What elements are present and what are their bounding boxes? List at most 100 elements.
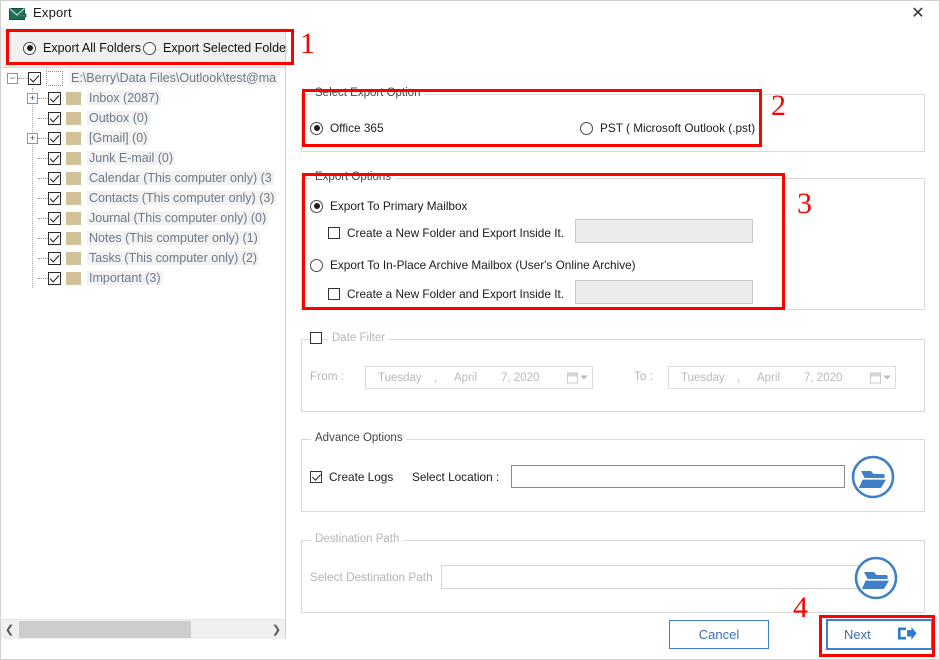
tree-node-journal[interactable]: Journal (This computer only) (0) — [1, 208, 285, 228]
folder-icon — [66, 251, 81, 265]
input-log-location[interactable] — [511, 465, 845, 488]
tree-node-root[interactable]: − E:\Berry\Data Files\Outlook\test@ma — [1, 68, 285, 88]
radio-pst[interactable]: PST ( Microsoft Outlook (.pst) ) — [580, 121, 762, 135]
radio-export-selected-folders[interactable]: Export Selected Folders — [143, 41, 296, 55]
calendar-dropdown-to[interactable] — [870, 372, 891, 383]
tree-label-notes: Notes (This computer only) (1) — [87, 231, 260, 245]
tree-label-junk-email: Junk E-mail (0) — [87, 151, 176, 165]
cancel-button[interactable]: Cancel — [669, 620, 769, 649]
checkbox-date-filter[interactable] — [310, 332, 322, 344]
expand-icon-inbox[interactable]: + — [27, 92, 38, 104]
advance-options-group: Advance Options Create Logs Select Locat… — [301, 432, 925, 512]
to-weekday: Tuesday — [681, 371, 725, 384]
destination-path-group: Destination Path Select Destination Path — [301, 533, 925, 613]
input-destination-path[interactable] — [441, 565, 859, 589]
checkbox-create-folder-primary[interactable]: Create a New Folder and Export Inside It… — [328, 226, 564, 240]
checkbox-important[interactable] — [48, 271, 61, 285]
date-picker-to[interactable]: Tuesday , April 7, 2020 — [668, 366, 896, 389]
calendar-icon — [870, 372, 881, 383]
scroll-right-icon[interactable]: ❯ — [268, 620, 285, 639]
chevron-down-icon — [580, 375, 588, 380]
checkbox-create-folder-archive[interactable]: Create a New Folder and Export Inside It… — [328, 287, 564, 301]
radio-label-primary: Export To Primary Mailbox — [330, 199, 468, 213]
scrollbar-thumb[interactable] — [19, 621, 191, 638]
tree-node-outbox[interactable]: Outbox (0) — [1, 108, 285, 128]
folder-icon — [66, 271, 81, 285]
browse-location-button[interactable] — [850, 454, 896, 500]
checkbox-label-archive-folder: Create a New Folder and Export Inside It… — [347, 287, 565, 301]
tree-node-contacts[interactable]: Contacts (This computer only) (3) — [1, 188, 285, 208]
checkbox-inbox[interactable] — [48, 91, 61, 105]
radio-export-all-folders[interactable]: Export All Folders — [23, 41, 141, 55]
annotation-number-3: 3 — [797, 187, 812, 220]
tree-node-notes[interactable]: Notes (This computer only) (1) — [1, 228, 285, 248]
tree-node-junk-email[interactable]: Junk E-mail (0) — [1, 148, 285, 168]
checkbox-contacts[interactable] — [48, 191, 61, 205]
checkbox-indicator-create-logs — [310, 471, 322, 483]
checkbox-junk-email[interactable] — [48, 151, 61, 165]
cancel-button-label: Cancel — [698, 627, 740, 642]
radio-office-365[interactable]: Office 365 — [310, 121, 384, 135]
to-month: April — [757, 371, 781, 384]
arrow-right-export-icon — [898, 625, 917, 644]
folder-icon — [66, 111, 81, 125]
scroll-left-icon[interactable]: ❮ — [1, 620, 18, 639]
select-destination-label: Select Destination Path — [310, 570, 433, 584]
checkbox-outbox[interactable] — [48, 111, 61, 125]
checkbox-label-create-logs: Create Logs — [329, 470, 394, 484]
radio-label-archive: Export To In-Place Archive Mailbox (User… — [330, 258, 636, 272]
tree-node-important[interactable]: Important (3) — [1, 268, 285, 288]
calendar-dropdown-from[interactable] — [567, 372, 588, 383]
expand-icon-gmail[interactable]: + — [27, 132, 38, 144]
annotation-number-4: 4 — [793, 591, 808, 624]
tree-dotline — [18, 77, 28, 80]
folder-tree[interactable]: − E:\Berry\Data Files\Outlook\test@ma + … — [1, 68, 285, 620]
checkbox-label-primary-folder: Create a New Folder and Export Inside It… — [347, 226, 565, 240]
checkbox-journal[interactable] — [48, 211, 61, 225]
tree-node-calendar[interactable]: Calendar (This computer only) (3 — [1, 168, 285, 188]
folder-panel: Export All Folders Export Selected Folde… — [1, 28, 296, 639]
select-location-label: Select Location : — [412, 470, 500, 484]
checkbox-tasks[interactable] — [48, 251, 61, 265]
radio-indicator-primary — [310, 199, 323, 213]
input-new-folder-archive[interactable] — [575, 280, 753, 304]
input-new-folder-primary[interactable] — [575, 219, 753, 243]
tree-dotline — [38, 237, 48, 240]
checkbox-create-logs[interactable]: Create Logs — [310, 470, 393, 484]
radio-export-archive-mailbox[interactable]: Export To In-Place Archive Mailbox (User… — [310, 258, 636, 272]
folder-open-icon — [851, 455, 895, 499]
from-month: April — [454, 371, 478, 384]
close-icon[interactable]: ✕ — [895, 1, 939, 27]
export-mode-bar: Export All Folders Export Selected Folde… — [1, 28, 296, 68]
to-comma: , — [737, 371, 741, 384]
tree-dotline — [38, 217, 48, 220]
tree-node-inbox[interactable]: + Inbox (2087) — [1, 88, 285, 108]
to-label: To : — [634, 369, 654, 383]
select-location-label-wrap: Select Location : — [412, 470, 499, 484]
checkbox-root[interactable] — [28, 71, 41, 85]
tree-dotline — [38, 177, 48, 180]
select-export-option-title: Select Export Option — [311, 87, 425, 99]
radio-export-primary-mailbox[interactable]: Export To Primary Mailbox — [310, 199, 467, 213]
tree-node-gmail[interactable]: + [Gmail] (0) — [1, 128, 285, 148]
checkbox-notes[interactable] — [48, 231, 61, 245]
folder-icon — [66, 171, 81, 185]
browse-destination-button[interactable] — [853, 555, 899, 601]
date-filter-group: Date Filter From : Tuesday , April 7, 20… — [301, 332, 925, 412]
tree-dotline — [38, 117, 48, 120]
next-button[interactable]: Next — [826, 619, 933, 650]
date-picker-from[interactable]: Tuesday , April 7, 2020 — [365, 366, 593, 389]
horizontal-scrollbar[interactable]: ❮ ❯ — [1, 619, 285, 639]
annotation-number-2: 2 — [771, 89, 786, 122]
collapse-icon-root[interactable]: − — [7, 72, 18, 84]
checkbox-calendar[interactable] — [48, 171, 61, 185]
tree-node-tasks[interactable]: Tasks (This computer only) (2) — [1, 248, 285, 268]
checkbox-gmail[interactable] — [48, 131, 61, 145]
calendar-icon — [567, 372, 578, 383]
tree-dotline — [38, 137, 48, 140]
